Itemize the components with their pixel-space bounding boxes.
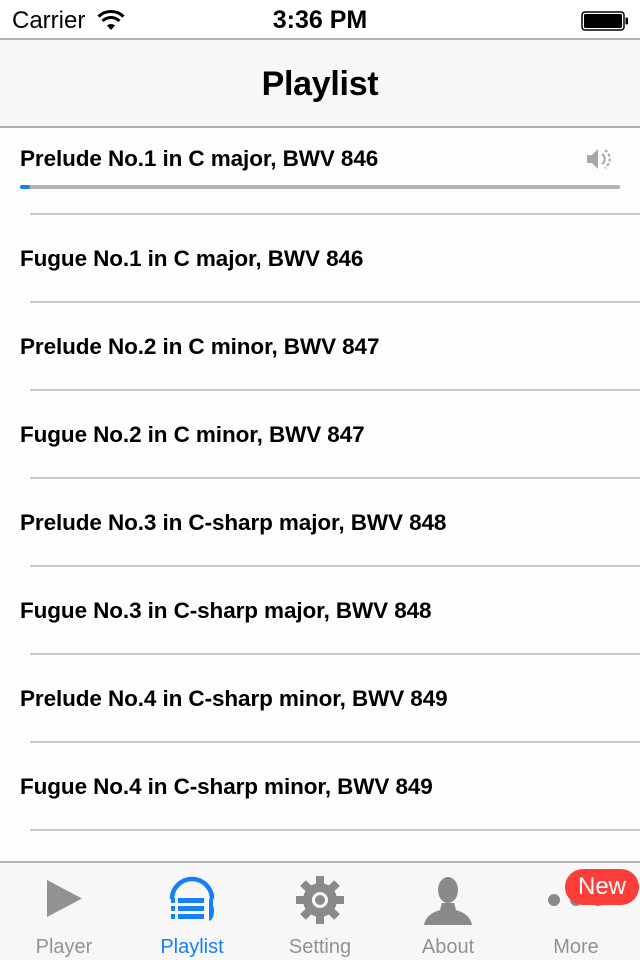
list-item[interactable]: Fugue No.2 in C minor, BWV 847 [0,391,640,479]
track-title: Fugue No.2 in C minor, BWV 847 [20,422,365,447]
playlist-table[interactable]: Prelude No.1 in C major, BWV 846 Fugue N… [0,128,640,861]
list-item[interactable]: Prelude No.3 in C-sharp major, BWV 848 [0,479,640,567]
playlist-headphones-icon [169,876,215,921]
track-title: Fugue No.4 in C-sharp minor, BWV 849 [20,774,433,799]
list-item[interactable]: Fugue No.4 in C-sharp minor, BWV 849 [0,743,640,831]
tab-label: Player [35,936,93,958]
status-bar: Carrier 3:36 PM [0,0,640,40]
navigation-bar: Playlist [0,40,640,128]
list-item-now-playing[interactable]: Prelude No.1 in C major, BWV 846 [0,128,640,215]
track-title: Prelude No.2 in C minor, BWV 847 [20,334,380,359]
tab-setting[interactable]: Setting [256,863,384,960]
list-item[interactable]: Fugue No.3 in C-sharp major, BWV 848 [0,567,640,655]
tab-about[interactable]: About [384,863,512,960]
tab-player[interactable]: Player [0,863,128,960]
new-badge: New [565,869,639,905]
person-icon [424,877,472,925]
track-title: Prelude No.4 in C-sharp minor, BWV 849 [20,686,448,711]
speaker-icon [587,149,611,169]
list-item[interactable]: Prelude No.4 in C-sharp minor, BWV 849 [0,655,640,743]
track-title: Fugue No.1 in C major, BWV 846 [20,246,364,271]
tab-playlist[interactable]: Playlist [128,863,256,960]
track-title: Fugue No.3 in C-sharp major, BWV 848 [20,598,432,623]
play-icon [47,880,82,917]
track-title: Prelude No.1 in C major, BWV 846 [20,146,379,171]
tab-label: Setting [288,936,352,958]
page-title: Playlist [261,65,379,103]
track-title: Prelude No.3 in C-sharp major, BWV 848 [20,510,447,535]
status-time: 3:36 PM [272,6,368,34]
gear-icon [296,876,344,924]
playback-progress-fill [20,185,31,189]
tab-label: More [553,936,599,958]
playback-progress-bar[interactable] [20,185,620,189]
tab-bar: Player Playlist Setting About More New [0,861,640,960]
tab-label: Playlist [160,936,224,958]
tab-label: About [421,936,475,958]
list-item[interactable]: Prelude No.2 in C minor, BWV 847 [0,303,640,391]
battery-full-icon [581,11,628,31]
row-separator [30,829,640,831]
list-item[interactable]: Fugue No.1 in C major, BWV 846 [0,215,640,303]
